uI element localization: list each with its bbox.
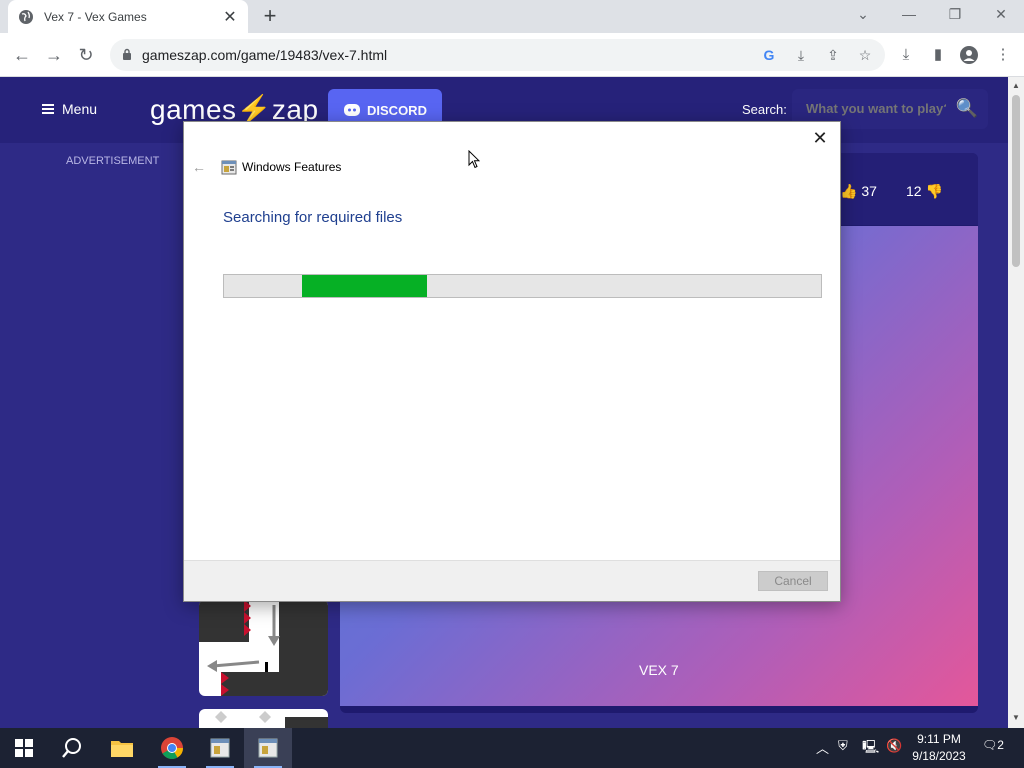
more-menu-icon[interactable]: ⋮ [994,46,1012,64]
address-bar[interactable]: gameszap.com/game/19483/vex-7.html G ⤓ ⇪… [110,39,885,71]
windows-features-dialog: ✕ ← Windows Features Searching for requi… [183,121,841,602]
chrome-icon [161,737,183,759]
windows-features-icon [221,160,237,175]
windows-features-app-icon [258,738,278,758]
start-button[interactable] [0,728,48,768]
menu-label: Menu [62,101,98,117]
dislike-count: 12 [906,183,922,199]
search-label: Search: [742,102,787,117]
search-icon[interactable]: 🔍 [956,98,978,119]
vex-thumbnail-art [199,600,328,696]
windows-features-taskbar-button[interactable] [244,728,292,768]
security-icon[interactable]: ⛨ [838,738,848,754]
game-name: VEX 7 [639,662,679,678]
globe-icon [19,9,33,24]
reload-icon[interactable]: ↻ [74,43,98,67]
progress-bar-fill [301,275,427,297]
clock-date: 9/18/2023 [912,749,966,763]
install-icon[interactable]: ⤓ [792,46,810,64]
dialog-footer: Cancel [184,560,840,601]
url-text: gameszap.com/game/19483/vex-7.html [142,47,388,63]
browser-tab[interactable]: Vex 7 - Vex Games ✕ [8,0,248,33]
browser-tabstrip: Vex 7 - Vex Games ✕ + ⌄ — ❐ ✕ [0,0,1024,33]
back-icon[interactable]: ← [10,43,34,67]
cancel-button[interactable]: Cancel [758,571,828,591]
restore-icon[interactable]: ❐ [940,6,970,23]
windows-taskbar: ︿ ⛨ 🖳 🔇 9:11 PM 9/18/2023 🗨2 [0,728,1024,768]
site-search-input[interactable] [806,101,946,116]
mouse-cursor-icon [468,150,480,169]
bookmark-star-icon[interactable]: ☆ [856,46,874,64]
google-icon[interactable]: G [760,46,778,64]
side-panel-icon[interactable]: ▮ [929,46,947,64]
windows-logo-icon [15,739,33,757]
menu-button[interactable]: Menu [42,101,97,117]
dialog-title: Windows Features [242,160,342,174]
discord-icon [344,104,361,116]
thumbnail-art [215,711,328,728]
chrome-button[interactable] [148,728,196,768]
dialog-status-heading: Searching for required files [223,209,403,226]
downloads-icon[interactable]: ⤓ [897,46,915,64]
scroll-up-icon[interactable]: ▲ [1012,81,1020,90]
progress-bar [223,274,822,298]
discord-label: DISCORD [367,102,427,118]
game-thumbnail[interactable] [199,600,328,696]
like-button[interactable]: 👍 37 [840,183,877,200]
volume-muted-icon[interactable]: 🔇 [886,738,902,754]
taskbar-search-icon [62,738,81,758]
file-explorer-button[interactable] [98,728,146,768]
clock-time: 9:11 PM [917,732,961,746]
forward-icon[interactable]: → [42,43,66,67]
minimize-icon[interactable]: — [894,6,924,22]
tab-title: Vex 7 - Vex Games [44,9,147,24]
notification-count: 2 [997,738,1004,752]
network-icon[interactable]: 🖳 [862,738,879,760]
profile-icon[interactable] [960,46,978,64]
tab-search-icon[interactable]: ⌄ [848,6,878,23]
lock-icon [123,48,131,60]
scroll-down-icon[interactable]: ▼ [1012,713,1020,722]
taskbar-clock[interactable]: 9:11 PM 9/18/2023 [906,731,972,765]
dislike-button[interactable]: 12 👎 [906,183,943,200]
page-scrollbar[interactable]: ▲ ▼ [1008,77,1024,728]
close-window-icon[interactable]: ✕ [986,6,1016,23]
game-thumbnail[interactable] [199,709,328,728]
dialog-close-icon[interactable]: ✕ [810,128,830,149]
close-tab-icon[interactable]: ✕ [222,7,238,27]
dialog-back-icon[interactable]: ← [192,159,206,175]
control-panel-button[interactable] [196,728,244,768]
show-hidden-icons-icon[interactable]: ︿ [816,738,829,757]
hamburger-icon [42,104,54,114]
notification-center-button[interactable]: 🗨2 [982,738,1006,752]
search-button[interactable] [48,728,96,768]
windows-features-app-icon [210,738,230,758]
new-tab-button[interactable]: + [258,4,282,28]
folder-icon [111,741,133,757]
scrollbar-thumb[interactable] [1012,95,1020,267]
browser-toolbar: ← → ↻ gameszap.com/game/19483/vex-7.html… [0,33,1024,77]
like-count: 37 [861,183,877,199]
share-icon[interactable]: ⇪ [824,46,842,64]
advertisement-label: ADVERTISEMENT [66,155,160,167]
